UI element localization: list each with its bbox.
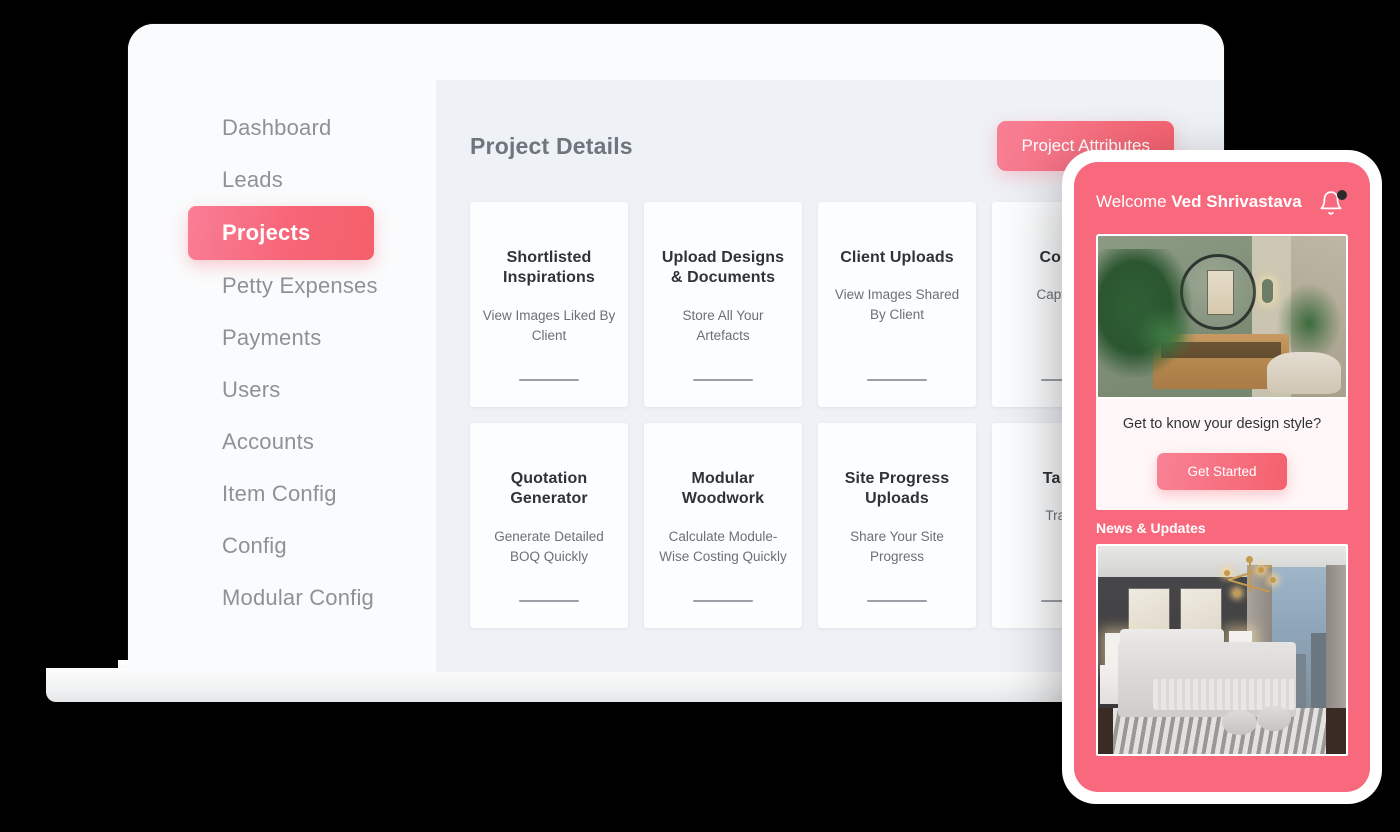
card-divider xyxy=(519,599,579,602)
sidebar-item-accounts[interactable]: Accounts xyxy=(188,416,416,468)
sidebar-item-label: Accounts xyxy=(222,429,315,454)
user-name: Ved Shrivastava xyxy=(1171,192,1302,211)
card-title: Client Uploads xyxy=(840,249,954,266)
sidebar-item-leads[interactable]: Leads xyxy=(188,154,416,206)
welcome-prefix: Welcome xyxy=(1096,192,1172,211)
card-site-progress-uploads[interactable]: Site Progress Uploads Share Your Site Pr… xyxy=(818,423,976,628)
laptop-screen: Dashboard Leads Projects Petty Expenses … xyxy=(128,24,1224,672)
screenshot-stage: Dashboard Leads Projects Petty Expenses … xyxy=(0,0,1400,832)
welcome-greeting: Welcome Ved Shrivastava xyxy=(1096,192,1302,212)
design-style-question: Get to know your design style? xyxy=(1122,416,1322,432)
notification-bell-button[interactable] xyxy=(1318,190,1348,220)
chandelier-icon xyxy=(1212,556,1286,610)
sidebar: Dashboard Leads Projects Petty Expenses … xyxy=(128,24,436,672)
card-subtitle: Share Your Site Progress xyxy=(850,528,944,564)
card-subtitle: View Images Shared By Client xyxy=(834,287,960,323)
sidebar-item-users[interactable]: Users xyxy=(188,364,416,416)
sidebar-item-label: Petty Expenses xyxy=(222,273,378,298)
sidebar-item-label: Config xyxy=(222,533,287,558)
page-title: Project Details xyxy=(470,132,633,159)
notification-badge-dot xyxy=(1337,190,1347,200)
card-subtitle: Calculate Module-Wise Costing Quickly xyxy=(659,528,787,564)
phone-screen: Welcome Ved Shrivastava Get to know your… xyxy=(1074,162,1370,792)
card-divider xyxy=(693,378,753,381)
card-divider xyxy=(519,378,579,381)
sidebar-item-label: Modular Config xyxy=(222,585,374,610)
sidebar-item-label: Payments xyxy=(222,325,322,350)
sidebar-item-petty-expenses[interactable]: Petty Expenses xyxy=(188,260,416,312)
sidebar-item-label: Dashboard xyxy=(222,115,332,140)
phone-mockup: Welcome Ved Shrivastava Get to know your… xyxy=(1062,150,1382,804)
card-divider xyxy=(693,599,753,602)
sidebar-item-config[interactable]: Config xyxy=(188,520,416,572)
sidebar-item-item-config[interactable]: Item Config xyxy=(188,468,416,520)
card-title: Modular Woodwork xyxy=(681,470,765,508)
sidebar-item-label: Leads xyxy=(222,167,283,192)
card-quotation-generator[interactable]: Quotation Generator Generate Detailed BO… xyxy=(470,423,628,628)
app-window: Dashboard Leads Projects Petty Expenses … xyxy=(128,24,1224,672)
sage-vanity-room-image xyxy=(1098,236,1346,397)
design-style-prompt-card: Get to know your design style? Get Start… xyxy=(1096,397,1348,510)
sidebar-item-modular-config[interactable]: Modular Config xyxy=(188,572,416,624)
card-shortlisted-inspirations[interactable]: Shortlisted Inspirations View Images Lik… xyxy=(470,202,628,407)
design-style-hero-image xyxy=(1096,234,1348,399)
card-subtitle: Store All Your Artefacts xyxy=(682,307,764,343)
card-client-uploads[interactable]: Client Uploads View Images Shared By Cli… xyxy=(818,202,976,407)
sidebar-item-dashboard[interactable]: Dashboard xyxy=(188,102,416,154)
sidebar-item-label: Projects xyxy=(222,220,311,245)
card-subtitle: View Images Liked By Client xyxy=(482,307,616,343)
card-title: Shortlisted Inspirations xyxy=(503,249,595,287)
card-modular-woodwork[interactable]: Modular Woodwork Calculate Module-Wise C… xyxy=(644,423,802,628)
card-divider xyxy=(867,378,927,381)
sidebar-item-label: Users xyxy=(222,377,281,402)
card-title: Upload Designs & Documents xyxy=(661,249,785,287)
dark-bedroom-image xyxy=(1098,546,1346,754)
card-subtitle: Generate Detailed BOQ Quickly xyxy=(494,528,604,564)
news-updates-image[interactable] xyxy=(1096,544,1348,756)
sidebar-item-payments[interactable]: Payments xyxy=(188,312,416,364)
sidebar-item-projects[interactable]: Projects xyxy=(188,206,374,260)
phone-header: Welcome Ved Shrivastava xyxy=(1096,190,1348,234)
card-title: Site Progress Uploads xyxy=(844,470,950,508)
get-started-button[interactable]: Get Started xyxy=(1157,452,1287,490)
card-upload-designs-documents[interactable]: Upload Designs & Documents Store All You… xyxy=(644,202,802,407)
news-updates-label: News & Updates xyxy=(1096,520,1206,536)
card-title: Quotation Generator xyxy=(510,470,588,508)
sidebar-item-label: Item Config xyxy=(222,481,337,506)
card-divider xyxy=(867,599,927,602)
